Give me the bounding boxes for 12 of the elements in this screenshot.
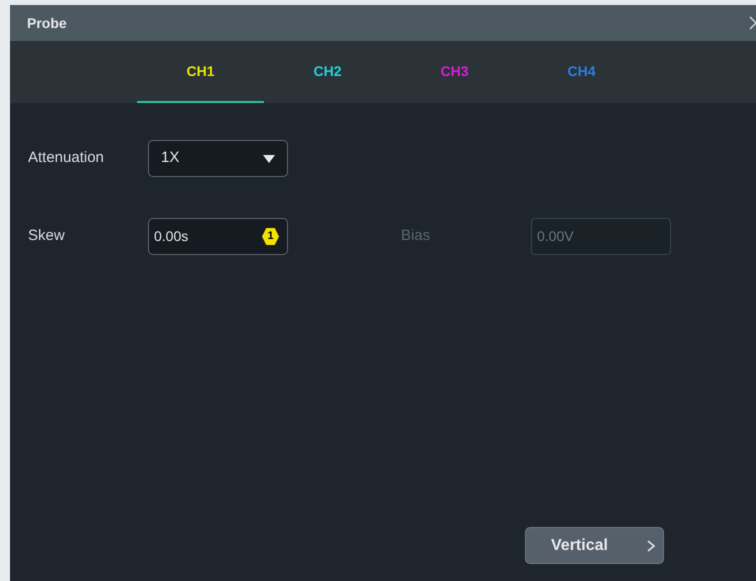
caret-icon xyxy=(263,154,275,162)
window-title: Probe xyxy=(27,14,67,32)
chevron-right-icon xyxy=(647,540,655,552)
skew-label: Skew xyxy=(28,226,66,246)
bias-label: Bias xyxy=(400,226,432,246)
attenuation-label: Attenuation xyxy=(28,148,105,168)
channel-tab[interactable]: CH1 xyxy=(137,41,264,103)
channel-tab[interactable]: CH2 xyxy=(264,41,391,103)
attenuation-dropdown[interactable]: 1X xyxy=(148,140,288,177)
skew-input-field[interactable]: 0.00s 1 xyxy=(148,218,288,255)
vertical-button[interactable]: Vertical xyxy=(525,527,664,564)
knob-badge: 1 xyxy=(262,228,279,245)
